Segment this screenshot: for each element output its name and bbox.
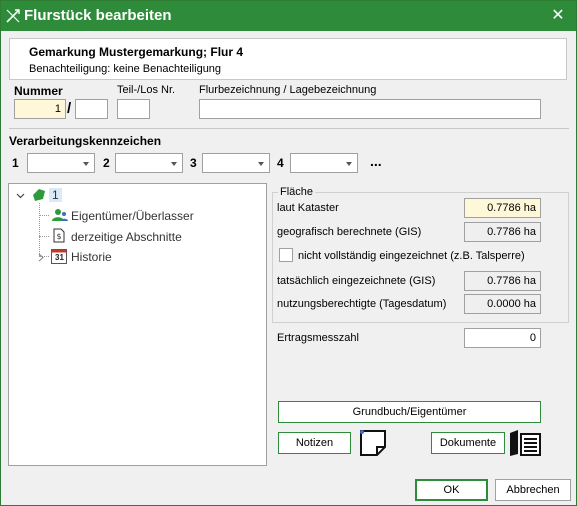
more-kennzeichen-button[interactable]: ... bbox=[370, 153, 382, 169]
note-icon[interactable] bbox=[359, 429, 387, 457]
teil-los-input[interactable] bbox=[117, 99, 150, 119]
dialog-window: Flurstück bearbeiten ✕ Gemarkung Musterg… bbox=[0, 0, 577, 506]
tree-line bbox=[39, 236, 49, 237]
ertragsmesszahl-label: Ertragsmesszahl bbox=[277, 332, 359, 344]
nutzungsberechtigte-value: 0.0000 ha bbox=[464, 294, 541, 314]
tatsaechlich-value: 0.7786 ha bbox=[464, 271, 541, 291]
edit-parcel-icon bbox=[6, 9, 20, 23]
nummer-sub-input[interactable] bbox=[75, 99, 108, 119]
parcel-icon bbox=[33, 189, 45, 201]
tree-item-historie[interactable]: Historie bbox=[71, 250, 112, 264]
geografisch-value: 0.7786 ha bbox=[464, 222, 541, 242]
laut-kataster-input[interactable]: 0.7786 ha bbox=[464, 198, 541, 218]
parcel-header: Gemarkung Mustergemarkung; Flur 4 Benach… bbox=[9, 38, 567, 80]
flaeche-group-label: Fläche bbox=[278, 186, 316, 198]
kennzeichen-2-number: 2 bbox=[103, 156, 110, 170]
ok-button[interactable]: OK bbox=[415, 479, 488, 501]
chevron-right-icon[interactable] bbox=[38, 253, 44, 262]
close-button[interactable]: ✕ bbox=[548, 6, 568, 26]
title-bar: Flurstück bearbeiten ✕ bbox=[1, 1, 576, 31]
nummer-slash: / bbox=[67, 100, 72, 117]
tree-line bbox=[39, 203, 40, 256]
tree-item-abschnitte[interactable]: derzeitige Abschnitte bbox=[71, 230, 182, 244]
abbrechen-button[interactable]: Abbrechen bbox=[495, 479, 571, 501]
laut-kataster-label: laut Kataster bbox=[277, 202, 339, 214]
chevron-down-icon bbox=[171, 162, 177, 166]
kennzeichen-1-select[interactable] bbox=[27, 153, 95, 173]
kennzeichen-4-select[interactable] bbox=[290, 153, 358, 173]
kennzeichen-2-select[interactable] bbox=[115, 153, 183, 173]
chevron-down-icon bbox=[346, 162, 352, 166]
benachteiligung-text: Benachteiligung: keine Benachteiligung bbox=[29, 63, 221, 75]
parcel-tree: 1 Eigentümer/Überlasser $ derzeitige Abs… bbox=[8, 183, 267, 466]
tree-line bbox=[39, 215, 49, 216]
kennzeichen-1-number: 1 bbox=[12, 156, 19, 170]
chevron-down-icon bbox=[258, 162, 264, 166]
ertragsmesszahl-input[interactable]: 0 bbox=[464, 328, 541, 348]
chevron-down-icon bbox=[83, 162, 89, 166]
calendar-day: 31 bbox=[55, 253, 64, 262]
teil-los-label: Teil-/Los Nr. bbox=[117, 84, 176, 96]
separator bbox=[9, 128, 569, 129]
tatsaechlich-label: tatsächlich eingezeichnete (GIS) bbox=[277, 275, 436, 287]
verarbeitung-label: Verarbeitungskennzeichen bbox=[9, 134, 162, 148]
documents-icon[interactable] bbox=[508, 429, 542, 457]
notizen-button[interactable]: Notizen bbox=[278, 432, 351, 454]
benachteiligung-label: Benachteiligung: bbox=[29, 63, 111, 75]
tree-root-label[interactable]: 1 bbox=[49, 188, 62, 202]
kennzeichen-4-number: 4 bbox=[277, 156, 284, 170]
flurbezeichnung-label: Flurbezeichnung / Lagebezeichnung bbox=[199, 84, 377, 96]
gemarkung-title: Gemarkung Mustergemarkung; Flur 4 bbox=[29, 45, 244, 59]
grundbuch-button[interactable]: Grundbuch/Eigentümer bbox=[278, 401, 541, 423]
nutzungsberechtigte-label: nutzungsberechtigte (Tagesdatum) bbox=[277, 298, 447, 310]
users-icon bbox=[52, 209, 68, 221]
kennzeichen-3-number: 3 bbox=[190, 156, 197, 170]
nummer-input[interactable]: 1 bbox=[14, 99, 66, 119]
kennzeichen-3-select[interactable] bbox=[202, 153, 270, 173]
benachteiligung-value: keine Benachteiligung bbox=[113, 63, 222, 75]
svg-text:$: $ bbox=[57, 232, 62, 241]
tree-item-eigentuemer[interactable]: Eigentümer/Überlasser bbox=[71, 209, 194, 223]
chevron-down-icon[interactable] bbox=[16, 193, 25, 199]
window-title: Flurstück bearbeiten bbox=[24, 7, 172, 24]
geografisch-label: geografisch berechnete (GIS) bbox=[277, 226, 422, 238]
nicht-vollstaendig-checkbox[interactable] bbox=[279, 248, 293, 262]
flurbezeichnung-input[interactable] bbox=[199, 99, 541, 119]
dokumente-button[interactable]: Dokumente bbox=[431, 432, 505, 454]
nicht-vollstaendig-label: nicht vollständig eingezeichnet (z.B. Ta… bbox=[298, 250, 525, 262]
close-icon: ✕ bbox=[551, 7, 565, 24]
document-icon: $ bbox=[53, 228, 65, 243]
nummer-label: Nummer bbox=[14, 84, 63, 98]
